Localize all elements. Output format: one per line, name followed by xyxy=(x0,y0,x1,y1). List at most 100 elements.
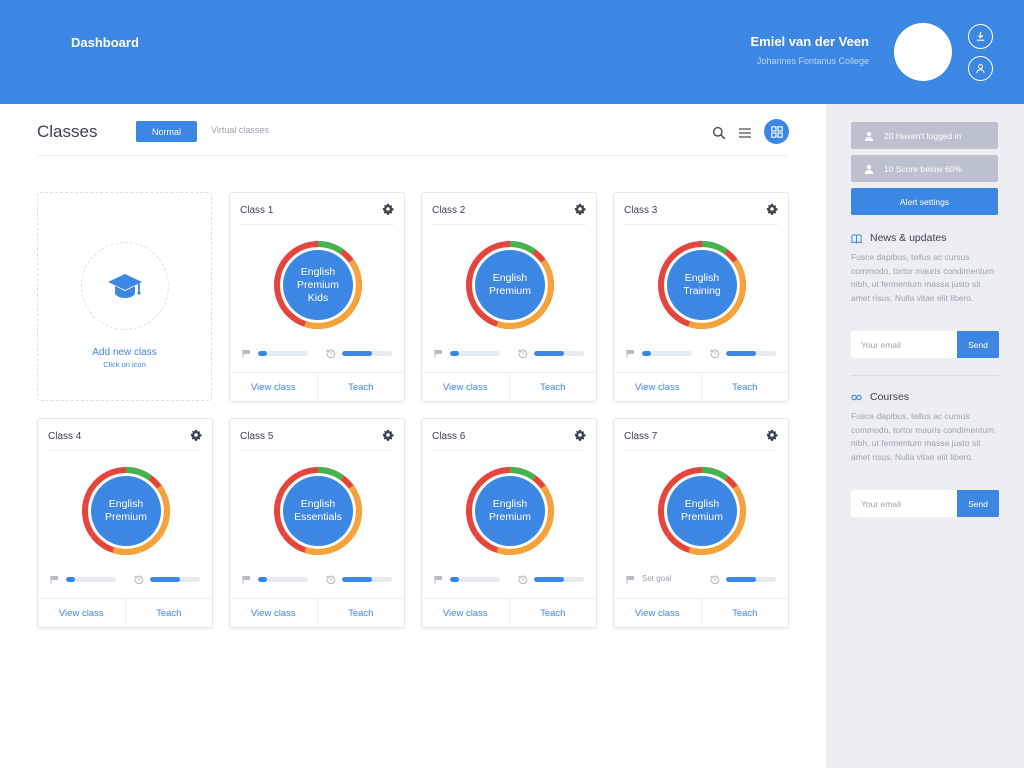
add-class-card[interactable]: Add new class Click on icon xyxy=(37,192,212,401)
class-card: Class 1 English Premium Kids View class … xyxy=(229,192,405,402)
history-progress-bar xyxy=(534,351,584,356)
card-divider xyxy=(48,450,202,451)
history-progress-bar xyxy=(150,577,200,582)
gear-icon[interactable] xyxy=(574,203,586,215)
courses-send-button[interactable]: Send xyxy=(957,490,999,517)
view-class-button[interactable]: View class xyxy=(614,373,701,401)
tab-virtual-classes[interactable]: Virtual classes xyxy=(211,125,269,135)
view-class-button[interactable]: View class xyxy=(614,599,701,627)
add-class-hint: Click on icon xyxy=(103,360,146,369)
alert-not-logged-in[interactable]: 20 Haven't logged in xyxy=(851,122,998,149)
news-body: Fusce dapibus, tellus ac cursus commodo,… xyxy=(851,252,995,303)
right-sidebar: 20 Haven't logged in 10 Score below 60% … xyxy=(826,104,1024,768)
graduation-cap-icon xyxy=(108,274,142,298)
alert-not-logged-in-label: 20 Haven't logged in xyxy=(884,130,962,141)
gear-icon[interactable] xyxy=(766,203,778,215)
teach-button[interactable]: Teach xyxy=(508,599,597,627)
grid-icon xyxy=(770,125,783,138)
class-card: Class 6 English Premium View class Teach xyxy=(421,418,597,628)
view-class-button[interactable]: View class xyxy=(230,599,317,627)
history-progress-bar xyxy=(342,577,392,582)
card-actions: View class Teach xyxy=(614,372,788,401)
flag-icon xyxy=(434,575,442,584)
teach-button[interactable]: Teach xyxy=(124,599,213,627)
history-icon xyxy=(134,575,144,584)
course-name: English Premium xyxy=(104,498,147,523)
history-icon xyxy=(518,349,528,358)
alert-score-below-label: 10 Score below 60% xyxy=(884,163,962,174)
goal-progress-bar xyxy=(450,351,500,356)
alert-settings-button[interactable]: Alert settings xyxy=(851,188,998,215)
goal-progress-bar xyxy=(66,577,116,582)
class-title: Class 2 xyxy=(432,205,466,216)
book-icon xyxy=(851,233,862,244)
class-title: Class 7 xyxy=(624,431,658,442)
history-icon xyxy=(710,575,720,584)
search-icon[interactable] xyxy=(712,126,726,140)
teach-button[interactable]: Teach xyxy=(508,373,597,401)
goal-progress-bar xyxy=(642,351,692,356)
list-view-icon[interactable] xyxy=(738,126,752,140)
download-icon xyxy=(976,31,985,41)
view-class-button[interactable]: View class xyxy=(38,599,125,627)
card-actions: View class Teach xyxy=(230,372,404,401)
tab-normal[interactable]: Normal xyxy=(136,121,197,142)
profile-button[interactable] xyxy=(968,56,993,81)
courses-email-form: Send xyxy=(851,490,999,517)
gear-icon[interactable] xyxy=(382,429,394,441)
courses-email-input[interactable] xyxy=(851,490,957,517)
course-name: English Premium xyxy=(680,498,723,523)
flag-icon xyxy=(242,349,250,358)
class-title: Class 6 xyxy=(432,431,466,442)
history-progress-bar xyxy=(342,351,392,356)
user-icon xyxy=(864,131,874,141)
flag-icon xyxy=(242,575,250,584)
class-card: Class 4 English Premium View class Teach xyxy=(37,418,213,628)
gear-icon[interactable] xyxy=(766,429,778,441)
teach-button[interactable]: Teach xyxy=(700,599,789,627)
teach-button[interactable]: Teach xyxy=(316,373,405,401)
card-actions: View class Teach xyxy=(422,598,596,627)
history-progress-bar xyxy=(726,577,776,582)
card-divider xyxy=(624,450,778,451)
course-name: English Training xyxy=(683,272,721,297)
gear-icon[interactable] xyxy=(574,429,586,441)
class-title: Class 3 xyxy=(624,205,658,216)
class-title: Class 4 xyxy=(48,431,82,442)
class-card: Class 2 English Premium View class Teach xyxy=(421,192,597,402)
news-section-title: News & updates xyxy=(851,232,946,244)
teach-button[interactable]: Teach xyxy=(700,373,789,401)
set-goal-label[interactable]: Set goal xyxy=(642,574,671,583)
news-email-form: Send xyxy=(851,331,999,358)
courses-body: Fusce dapibus, tellus ac cursus commodo,… xyxy=(851,411,995,462)
sidebar-divider xyxy=(851,375,999,376)
alert-score-below[interactable]: 10 Score below 60% xyxy=(851,155,998,182)
class-card: Class 5 English Essentials View class Te… xyxy=(229,418,405,628)
view-class-button[interactable]: View class xyxy=(422,373,509,401)
avatar[interactable] xyxy=(894,23,952,81)
news-email-input[interactable] xyxy=(851,331,957,358)
gear-icon[interactable] xyxy=(382,203,394,215)
user-name: Emiel van der Veen xyxy=(750,34,869,49)
main-content: Classes Normal Virtual classes Add new c… xyxy=(0,104,826,768)
course-name: English Premium Kids xyxy=(296,265,339,304)
history-icon xyxy=(518,575,528,584)
news-send-button[interactable]: Send xyxy=(957,331,999,358)
grid-view-button[interactable] xyxy=(764,119,789,144)
card-actions: View class Teach xyxy=(38,598,212,627)
goal-progress-bar xyxy=(450,577,500,582)
brand-title[interactable]: Dashboard xyxy=(71,35,139,50)
view-class-button[interactable]: View class xyxy=(230,373,317,401)
gear-icon[interactable] xyxy=(190,429,202,441)
add-class-circle[interactable] xyxy=(81,242,169,330)
course-name: English Essentials xyxy=(294,498,342,523)
download-button[interactable] xyxy=(968,24,993,49)
card-actions: View class Teach xyxy=(614,598,788,627)
view-class-button[interactable]: View class xyxy=(422,599,509,627)
card-divider xyxy=(432,450,586,451)
teach-button[interactable]: Teach xyxy=(316,599,405,627)
history-progress-bar xyxy=(534,577,584,582)
top-header: Dashboard Emiel van der Veen Johannes Fo… xyxy=(0,0,1024,104)
class-card: Class 7 English Premium Set goal View cl… xyxy=(613,418,789,628)
add-class-label[interactable]: Add new class xyxy=(38,347,211,358)
